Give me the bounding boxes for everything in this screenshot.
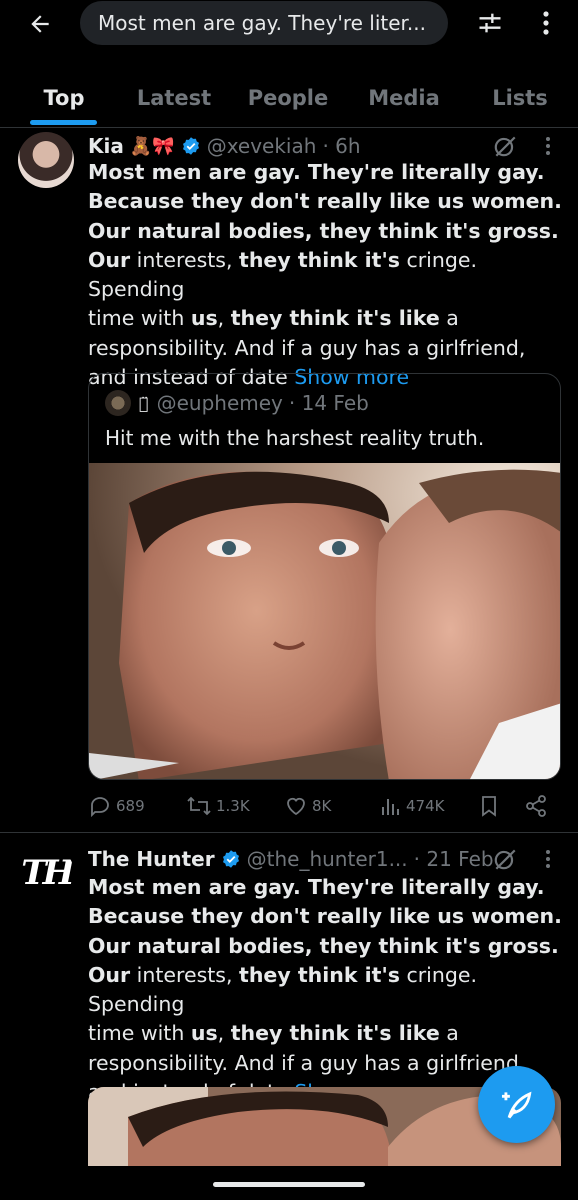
tweet-line: Our natural bodies, they think it's gros… [88,218,559,243]
author-handle[interactable]: @xevekiah [207,134,317,158]
like-icon [287,797,305,816]
author-handle[interactable]: @the_hunter1... [247,847,408,871]
tweet[interactable]: Kia 🧸🎀 @xevekiah · 6h Most men are gay. … [0,0,578,832]
text-bold: they think it's like [230,1021,440,1046]
avatar[interactable]: TH [18,845,74,901]
repost-icon [187,796,211,816]
share-icon[interactable] [524,792,548,820]
tweet-time: · 21 Feb [413,847,494,871]
home-indicator[interactable] [213,1182,365,1187]
quote-handle[interactable]: @euphemey [157,391,283,415]
compose-post-icon [501,1091,531,1119]
quote-name-symbol: ⌒̈ [139,393,149,413]
bookmark-icon[interactable] [478,792,500,820]
views-count: 474K [406,797,445,815]
text-bold: us [190,1021,218,1046]
author-name[interactable]: Kia [88,134,124,158]
tweet-line: Our interests, they think it's cringe. S… [88,961,568,1020]
text-bold: Our [88,247,131,272]
grok-icon[interactable] [492,133,518,159]
quote-time: · 14 Feb [288,391,369,415]
text-normal: a [439,1021,459,1046]
author-name[interactable]: The Hunter [88,847,215,871]
tweet-line: Our natural bodies, they think it's gros… [88,933,559,958]
tweet-line: Our interests, they think it's cringe. S… [88,246,568,305]
like-button[interactable]: 8K [284,792,331,820]
text-bold: us [190,306,218,331]
text-normal: , [217,306,231,331]
quote-avatar[interactable] [105,390,131,416]
tweet-header: The Hunter @the_hunter1... · 21 Feb [88,844,494,874]
views-icon [382,799,399,815]
text-normal: time with [88,1021,191,1046]
quote-header: ⌒̈ @euphemey · 14 Feb [105,388,369,418]
like-count: 8K [312,797,332,815]
compose-post-button[interactable] [478,1066,555,1143]
text-bold: Our [88,962,131,987]
tweet-actions: 689 1.3K 8K 474K [88,792,558,820]
text-bold: they think it's [239,962,400,987]
reply-count: 689 [116,797,145,815]
tweet-time: · 6h [322,134,361,158]
tweet-line: Because they don't really like us women. [88,189,562,214]
text-normal: a [439,306,459,331]
repost-button[interactable]: 1.3K [186,792,250,820]
system-navigation-bar [0,1166,578,1200]
tweet-line: Because they don't really like us women. [88,904,562,929]
text-normal: interests, [130,247,240,272]
views-button[interactable]: 474K [380,792,444,820]
avatar[interactable] [18,132,74,188]
verified-badge-icon [221,849,241,869]
tweet-text: Most men are gay. They're literally gay.… [88,158,568,392]
tweet-line: time with us, they think it's like a [88,304,568,333]
quote-image[interactable] [89,463,560,779]
text-bold: they think it's [239,247,400,272]
text-normal: time with [88,306,191,331]
reply-button[interactable]: 689 [88,792,145,820]
quoted-tweet[interactable]: ⌒̈ @euphemey · 14 Feb Hit me with the ha… [88,373,561,780]
tweet-line: responsibility. And if a guy has a girlf… [88,335,526,360]
tweet-more-icon[interactable] [538,133,558,159]
text-normal: interests, [130,962,240,987]
tweet-more-icon[interactable] [538,846,558,872]
tweet-line: time with us, they think it's like a [88,1019,568,1048]
repost-count: 1.3K [216,797,250,815]
text-normal: , [217,1021,231,1046]
tweet-header: Kia 🧸🎀 @xevekiah · 6h [88,131,361,161]
reply-icon [91,797,109,818]
grok-icon[interactable] [492,846,518,872]
name-emoji: 🧸🎀 [129,135,175,157]
tweet-line: Most men are gay. They're literally gay. [88,160,545,184]
quote-text: Hit me with the harshest reality truth. [105,426,485,450]
verified-badge-icon [181,136,201,156]
text-bold: they think it's like [230,306,440,331]
tweet-line: Most men are gay. They're literally gay. [88,875,545,899]
